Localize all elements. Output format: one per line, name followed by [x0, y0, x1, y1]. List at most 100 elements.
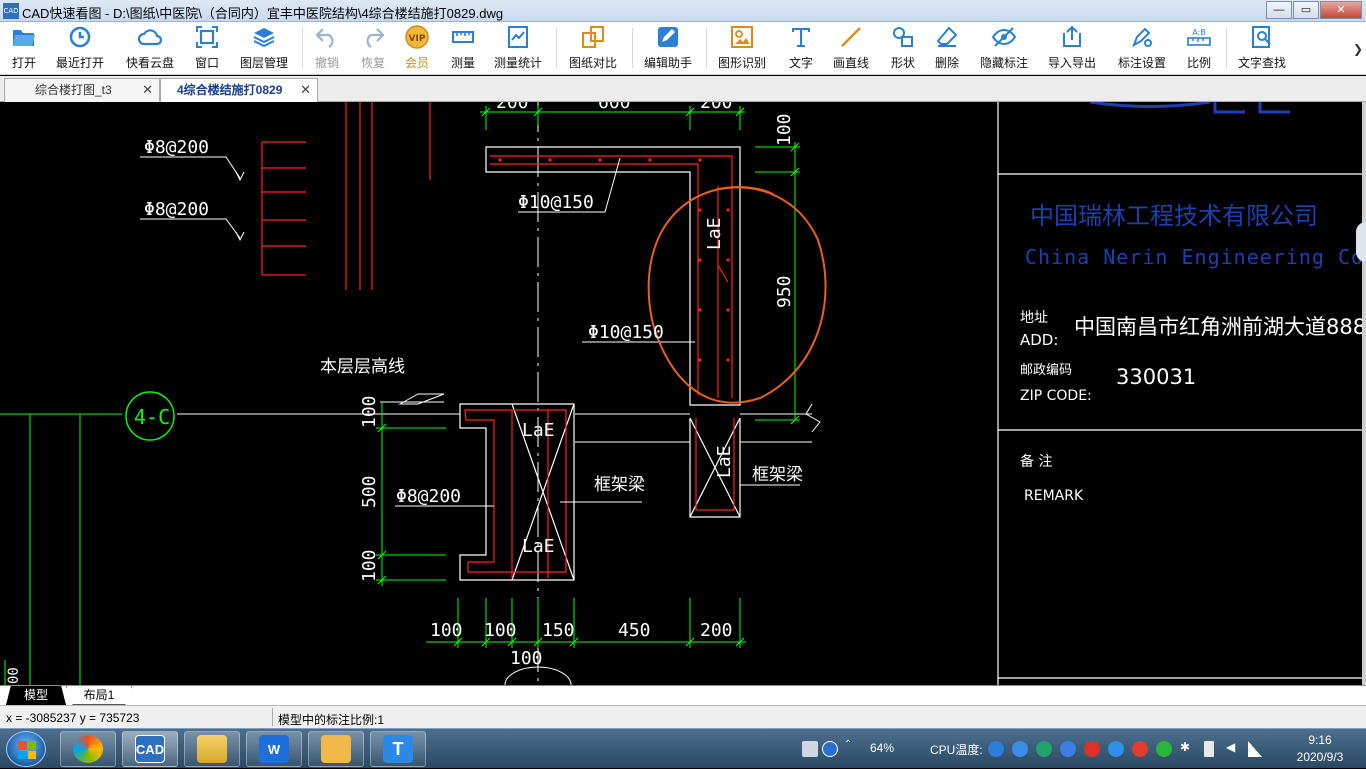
- draw-line-button[interactable]: 画直线: [830, 24, 872, 72]
- tab-document-1[interactable]: 综合楼打图_t3 ✕: [4, 78, 160, 102]
- tab-close-icon[interactable]: ✕: [300, 79, 311, 101]
- measure-button[interactable]: 测量: [448, 24, 478, 72]
- taskbar-cad-viewer[interactable]: CAD: [122, 731, 178, 767]
- undo-button[interactable]: 撤销: [312, 24, 342, 72]
- toolbar-separator: [706, 28, 707, 68]
- tab-label: 综合楼打图_t3: [35, 83, 112, 97]
- dim-left-100b: 100: [359, 549, 380, 582]
- lae-box-bottom: LaE: [522, 536, 555, 557]
- taskbar-file-explorer[interactable]: [184, 731, 240, 767]
- open-button[interactable]: 打开: [8, 24, 40, 72]
- open-label: 打开: [11, 56, 36, 70]
- measure-stats-button[interactable]: 测量统计: [492, 24, 544, 72]
- minimize-button[interactable]: —: [1266, 1, 1292, 19]
- start-button[interactable]: [6, 731, 46, 767]
- edit-helper-button[interactable]: 编辑助手: [642, 24, 694, 72]
- text-tool-button[interactable]: 文字: [786, 24, 816, 72]
- cloud-button[interactable]: 快看云盘: [124, 24, 176, 72]
- recent-button[interactable]: 最近打开: [54, 24, 106, 72]
- address-label-en: ADD:: [1020, 331, 1058, 349]
- status-divider: [272, 708, 273, 726]
- scale-button[interactable]: A:B 比例: [1184, 24, 1214, 72]
- help-icon[interactable]: [822, 741, 838, 757]
- signal-icon[interactable]: [1248, 741, 1262, 757]
- left-edge-number: 00: [6, 667, 22, 684]
- text-search-button[interactable]: 文字查找: [1236, 24, 1288, 72]
- cloud-icon: [137, 24, 163, 50]
- dim-right-100: 100: [774, 113, 795, 146]
- measure-chart-icon: [505, 24, 531, 50]
- wechat-icon[interactable]: [1156, 741, 1172, 757]
- layers-button[interactable]: 图层管理: [238, 24, 290, 72]
- window-menu-button[interactable]: 窗口: [192, 24, 222, 72]
- shape-tool-button[interactable]: 形状: [888, 24, 918, 72]
- vip-label: 会员: [404, 56, 429, 70]
- taskbar-browser[interactable]: [60, 731, 116, 767]
- gear-icon[interactable]: [1060, 741, 1076, 757]
- keyboard-icon[interactable]: [802, 741, 818, 757]
- bird-icon[interactable]: [1108, 741, 1124, 757]
- delete-button[interactable]: 删除: [932, 24, 962, 72]
- expand-tray-icon[interactable]: ⌃: [844, 739, 852, 755]
- dim-bottom-2: 100: [484, 620, 517, 641]
- maximize-button[interactable]: ▭: [1293, 1, 1319, 19]
- cube-icon[interactable]: [1012, 741, 1028, 757]
- battery-icon[interactable]: [1204, 741, 1214, 757]
- line-icon: [838, 24, 864, 50]
- import-export-button[interactable]: 导入导出: [1046, 24, 1098, 72]
- tab-close-icon[interactable]: ✕: [142, 79, 153, 101]
- tab-model[interactable]: 模型: [6, 686, 66, 705]
- taskbar-t-app[interactable]: T: [370, 731, 426, 767]
- cad-viewer-window: CAD CAD快速看图 - D:\图纸\中医院\（合同内）宜丰中医院结构\4综合…: [0, 0, 1366, 768]
- clock[interactable]: 9:16 2020/9/3: [1290, 732, 1350, 766]
- compare-button[interactable]: 图纸对比: [567, 24, 619, 72]
- undo-label: 撤销: [314, 56, 339, 70]
- dim-bottom-4: 450: [618, 620, 651, 641]
- dimension-settings-button[interactable]: 标注设置: [1116, 24, 1168, 72]
- lae-box-top: LaE: [522, 420, 555, 441]
- scale-label: 比例: [1186, 56, 1211, 70]
- dim-top-600: 600: [598, 102, 631, 113]
- lae-vertical-label: LaE: [704, 217, 725, 250]
- toolbar-more-chevron-icon[interactable]: ❯: [1353, 42, 1363, 56]
- vip-button[interactable]: VIP 会员: [402, 24, 432, 72]
- security-icon[interactable]: [1036, 741, 1052, 757]
- taskbar-notes[interactable]: [308, 731, 364, 767]
- g-app-icon[interactable]: [988, 741, 1004, 757]
- toolbar-separator: [1226, 28, 1227, 68]
- toolbar-separator: [632, 28, 633, 68]
- hide-dimensions-label: 隐藏标注: [979, 56, 1028, 70]
- hide-dimensions-button[interactable]: 隐藏标注: [978, 24, 1030, 72]
- tab-layout1[interactable]: 布局1: [66, 686, 132, 705]
- window-label: 窗口: [194, 56, 219, 70]
- zip-value: 330031: [1116, 365, 1196, 389]
- vertical-scrollbar[interactable]: [1362, 102, 1366, 685]
- tab-document-2[interactable]: 4综合楼结施打0829 ✕: [160, 78, 318, 102]
- settings-pen-icon: [1129, 24, 1155, 50]
- redo-button[interactable]: 恢复: [358, 24, 388, 72]
- clock-icon: [67, 24, 93, 50]
- netease-icon[interactable]: [1084, 741, 1100, 757]
- browser-icon: [73, 735, 103, 763]
- rebar-label-b: Φ8@200: [144, 199, 209, 220]
- dim-bottom-5: 200: [700, 620, 733, 641]
- redo-arrow-icon: [360, 24, 386, 50]
- bluetooth-icon[interactable]: ✱: [1180, 740, 1190, 756]
- shape-recognition-button[interactable]: 图形识别: [716, 24, 768, 72]
- remark-label-cn: 备 注: [1020, 453, 1052, 470]
- system-tray: ⌃ 64% CPU温度: ✱ ◀ 9:16 2020/9/3: [800, 729, 1366, 769]
- undo-arrow-icon: [314, 24, 340, 50]
- side-panel-handle[interactable]: [1356, 222, 1366, 262]
- dim-left-500: 500: [359, 475, 380, 508]
- redo-label: 恢复: [360, 56, 385, 70]
- export-icon: [1059, 24, 1085, 50]
- windows-logo-icon: [18, 741, 36, 759]
- battery-percentage: 64%: [870, 741, 895, 755]
- taskbar-wps[interactable]: W: [246, 731, 302, 767]
- zip-label-en: ZIP CODE:: [1020, 388, 1092, 404]
- record-icon[interactable]: [1132, 741, 1148, 757]
- volume-icon[interactable]: ◀: [1226, 740, 1240, 756]
- drawing-canvas[interactable]: 200 600 200 100 950 Φ8@200 Φ8@200 Φ10@15…: [0, 102, 1366, 685]
- close-button[interactable]: ✕: [1320, 1, 1362, 19]
- clock-date: 2020/9/3: [1296, 750, 1344, 764]
